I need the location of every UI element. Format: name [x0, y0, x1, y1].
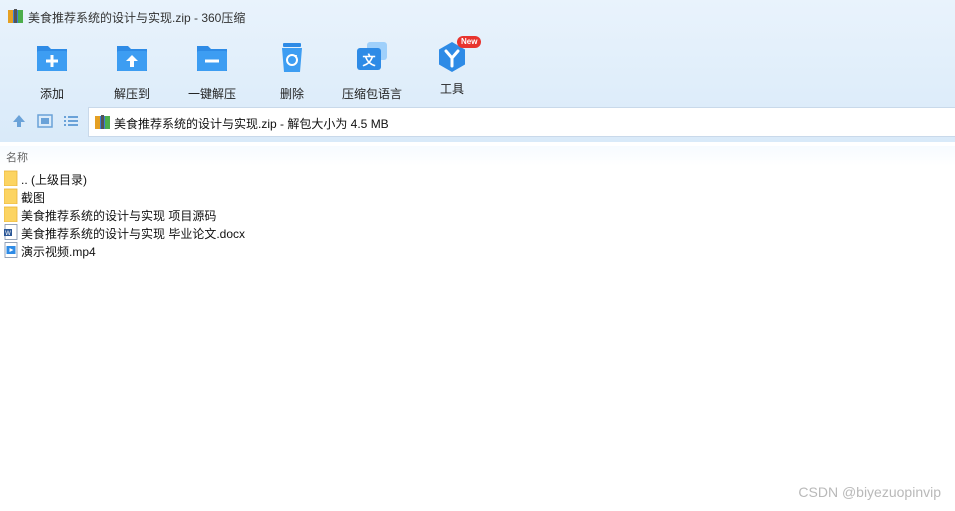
recycle-bin-icon: [282, 43, 302, 72]
archive-icon: [8, 9, 23, 23]
file-name: 截图: [21, 191, 46, 205]
add-button[interactable]: 添加: [14, 36, 90, 101]
add-label: 添加: [39, 87, 64, 101]
one-click-extract-label: 一键解压: [187, 87, 236, 101]
word-document-icon: W: [4, 224, 18, 240]
video-file-icon: [4, 242, 18, 258]
svg-text:文: 文: [362, 53, 376, 69]
archive-language-label: 压缩包语言: [341, 87, 402, 101]
tools-label: 工具: [439, 82, 464, 96]
folder-icon: [4, 188, 18, 204]
file-name: .. (上级目录): [21, 173, 87, 187]
file-name: 美食推荐系统的设计与实现 毕业论文.docx: [21, 227, 246, 241]
up-arrow-icon[interactable]: [10, 112, 28, 130]
toolbar: 添加 解压到 一键解压 删除 文 压缩包语言 New 工具: [0, 36, 955, 101]
extract-to-icon: [117, 46, 147, 71]
file-name: 美食推荐系统的设计与实现 项目源码: [21, 209, 217, 223]
file-list: .. (上级目录) 截图 美食推荐系统的设计与实现 项目源码 W 美食推荐系统的…: [0, 169, 955, 259]
tools-icon-wrap: New: [435, 36, 482, 74]
list-item[interactable]: W 美食推荐系统的设计与实现 毕业论文.docx: [0, 223, 955, 241]
window-header: 美食推荐系统的设计与实现.zip - 360压缩 添加 解压到 一键解压 删除 …: [0, 0, 955, 142]
archive-icon: [95, 115, 110, 129]
delete-button[interactable]: 删除: [254, 36, 330, 101]
column-name-header[interactable]: 名称: [6, 149, 28, 165]
address-bar[interactable]: 美食推荐系统的设计与实现.zip - 解包大小为 4.5 MB: [88, 107, 955, 137]
tools-button[interactable]: New 工具: [414, 36, 490, 98]
thumbnail-view-icon[interactable]: [36, 112, 54, 130]
delete-label: 删除: [279, 87, 304, 101]
address-path: 美食推荐系统的设计与实现.zip - 解包大小为 4.5 MB: [114, 117, 389, 131]
list-item[interactable]: 演示视频.mp4: [0, 241, 955, 259]
archive-language-button[interactable]: 文 压缩包语言: [334, 36, 410, 101]
title-bar: 美食推荐系统的设计与实现.zip - 360压缩: [0, 0, 955, 32]
window-title: 美食推荐系统的设计与实现.zip - 360压缩: [28, 11, 246, 25]
watermark: CSDN @biyezuopinvip: [798, 484, 941, 500]
new-badge: New: [457, 36, 482, 48]
column-header: 名称: [0, 146, 955, 166]
list-item-parent-directory[interactable]: .. (上级目录): [0, 169, 955, 187]
list-item[interactable]: 美食推荐系统的设计与实现 项目源码: [0, 205, 955, 223]
file-name: 演示视频.mp4: [21, 245, 96, 259]
one-click-extract-button[interactable]: 一键解压: [174, 36, 250, 101]
navigation-bar: 美食推荐系统的设计与实现.zip - 解包大小为 4.5 MB: [0, 106, 955, 137]
list-item[interactable]: 截图: [0, 187, 955, 205]
extract-to-button[interactable]: 解压到: [94, 36, 170, 101]
list-view-icon[interactable]: [62, 112, 80, 130]
svg-text:W: W: [5, 230, 11, 237]
one-click-extract-icon: [197, 46, 227, 71]
folder-icon: [4, 170, 18, 186]
add-folder-icon: [37, 46, 67, 71]
folder-icon: [4, 206, 18, 222]
language-icon: 文: [357, 42, 387, 70]
extract-to-label: 解压到: [113, 87, 150, 101]
